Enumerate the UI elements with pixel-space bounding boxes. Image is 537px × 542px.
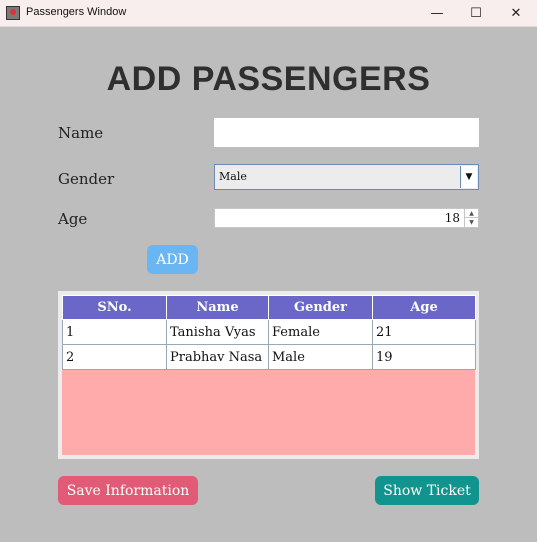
table-row[interactable]: 1 Tanisha Vyas Female 21 bbox=[62, 319, 476, 345]
chevron-down-icon[interactable]: ▼ bbox=[464, 218, 478, 227]
gender-selected-value: Male bbox=[219, 170, 247, 183]
passenger-table-panel: SNo. Name Gender Age 1 Tanisha Vyas Fema… bbox=[58, 291, 479, 459]
age-spinner[interactable]: 18 ▲ ▼ bbox=[214, 208, 479, 228]
passenger-table-area: SNo. Name Gender Age 1 Tanisha Vyas Fema… bbox=[62, 295, 476, 455]
name-input[interactable] bbox=[214, 118, 479, 147]
close-button[interactable]: ✕ bbox=[496, 0, 536, 26]
cell-name[interactable]: Tanisha Vyas bbox=[166, 319, 269, 345]
cell-name[interactable]: Prabhav Nasa bbox=[166, 344, 269, 370]
cell-age[interactable]: 19 bbox=[372, 344, 476, 370]
column-header-name[interactable]: Name bbox=[166, 295, 269, 320]
age-label: Age bbox=[58, 210, 88, 228]
table-header-row: SNo. Name Gender Age bbox=[62, 295, 476, 320]
app-icon bbox=[6, 6, 20, 20]
cell-gender[interactable]: Female bbox=[268, 319, 373, 345]
age-value: 18 bbox=[444, 211, 460, 225]
add-button[interactable]: ADD bbox=[147, 245, 198, 274]
chevron-down-icon[interactable]: ▼ bbox=[460, 166, 477, 188]
passenger-table: SNo. Name Gender Age 1 Tanisha Vyas Fema… bbox=[62, 295, 476, 370]
page-title: ADD PASSENGERS bbox=[106, 60, 431, 98]
column-header-sno[interactable]: SNo. bbox=[62, 295, 167, 320]
window-title: Passengers Window bbox=[26, 6, 127, 18]
gender-label: Gender bbox=[58, 170, 115, 188]
name-label: Name bbox=[58, 124, 104, 142]
table-row[interactable]: 2 Prabhav Nasa Male 19 bbox=[62, 344, 476, 370]
save-information-button[interactable]: Save Information bbox=[58, 476, 198, 505]
gender-select[interactable]: Male ▼ bbox=[214, 164, 479, 190]
cell-sno[interactable]: 1 bbox=[62, 319, 167, 345]
cell-gender[interactable]: Male bbox=[268, 344, 373, 370]
chevron-up-icon[interactable]: ▲ bbox=[464, 209, 478, 218]
column-header-gender[interactable]: Gender bbox=[268, 295, 373, 320]
maximize-button[interactable]: ☐ bbox=[456, 0, 496, 26]
bottom-strip bbox=[0, 536, 537, 542]
cell-age[interactable]: 21 bbox=[372, 319, 476, 345]
show-ticket-button[interactable]: Show Ticket bbox=[375, 476, 479, 505]
title-bar: Passengers Window — ☐ ✕ bbox=[0, 0, 537, 27]
minimize-button[interactable]: — bbox=[417, 0, 457, 26]
cell-sno[interactable]: 2 bbox=[62, 344, 167, 370]
column-header-age[interactable]: Age bbox=[372, 295, 476, 320]
